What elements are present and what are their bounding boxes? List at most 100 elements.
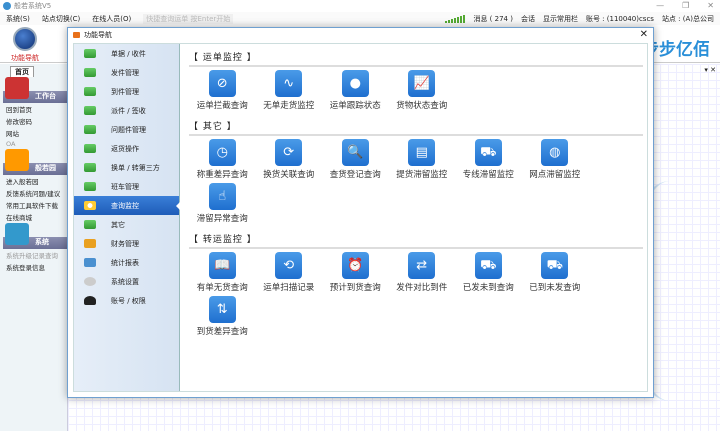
left-link[interactable]: 修改密码 — [0, 115, 67, 127]
sidebar-item[interactable]: 查询监控 — [74, 196, 180, 215]
function-item[interactable]: 📈 货物状态查询 — [389, 70, 456, 111]
function-label: 预计到货查询 — [329, 283, 381, 293]
restore-button[interactable]: ❐ — [682, 1, 689, 10]
function-item[interactable]: ◍ 网点滞留监控 — [522, 139, 589, 180]
sidebar-item-label: 问题件管理 — [111, 125, 146, 134]
function-label: 已到未发查询 — [529, 283, 581, 293]
left-link[interactable]: OA — [0, 139, 67, 149]
function-item[interactable]: ⇅ 到货差异查询 — [189, 296, 256, 337]
function-label: 到货差异查询 — [196, 327, 248, 337]
function-item[interactable]: ◷ 称重差异查询 — [189, 139, 256, 180]
function-item[interactable]: ● 运单跟踪状态 — [322, 70, 389, 111]
section-grid: 📖 有单无货查询 ⟲ 运单扫描记录 ⏰ 预计到货查询 ⇄ 发件对比到件 ⛟ 已发未到查询 ⛟ 已到未发… — [189, 252, 599, 340]
function-icon: ⛟ — [541, 252, 569, 279]
function-icon: ⏰ — [341, 252, 369, 279]
group-title: 工作台 — [35, 92, 56, 100]
messages-link[interactable]: 消息 ( 274 ) — [473, 14, 513, 24]
function-icon: ⟲ — [275, 252, 303, 279]
left-link[interactable]: 回到首页 — [0, 103, 67, 115]
function-icon: ⛟ — [474, 139, 502, 166]
sidebar-item[interactable]: 班车管理 — [74, 177, 179, 196]
function-label: 已发未到查询 — [462, 283, 514, 293]
sidebar-item-label: 其它 — [111, 220, 125, 229]
title-bar: 般若系统V5 — [0, 0, 720, 12]
section-grid: ◷ 称重差异查询 ⟳ 换货关联查询 🔍 查货登记查询 ▤ 提货滞留监控 ⛟ 专线滞留监控 ◍ 网点滞留… — [189, 139, 599, 227]
function-label: 换货关联查询 — [263, 170, 315, 180]
function-item[interactable]: ⟳ 换货关联查询 — [256, 139, 323, 180]
function-item[interactable]: 🔍 查货登记查询 — [322, 139, 389, 180]
function-item[interactable]: 📖 有单无货查询 — [189, 252, 256, 293]
sidebar-item-label: 系统设置 — [111, 277, 139, 286]
left-link[interactable]: 网站 — [0, 127, 67, 139]
function-item[interactable]: ▤ 提货滞留监控 — [389, 139, 456, 180]
function-item[interactable]: ⛟ 已发未到查询 — [455, 252, 522, 293]
menu-system[interactable]: 系统(S) — [6, 14, 30, 24]
left-link[interactable]: 常用工具软件下载 — [0, 199, 67, 211]
globe-icon — [13, 27, 37, 51]
function-icon: ∿ — [275, 70, 303, 97]
menu-site-switch[interactable]: 站点切换(C) — [42, 14, 80, 24]
session-link[interactable]: 会话 — [521, 14, 535, 24]
function-icon: ☝ — [208, 183, 236, 210]
function-item[interactable]: ☝ 滞留异常查询 — [189, 183, 256, 224]
function-icon: 🔍 — [341, 139, 369, 166]
function-icon: ⛟ — [474, 252, 502, 279]
function-item[interactable]: ⏰ 预计到货查询 — [322, 252, 389, 293]
function-icon: 📖 — [208, 252, 236, 279]
magnifier-icon — [84, 201, 96, 210]
monitor-icon — [5, 223, 29, 245]
sidebar-item[interactable]: 派件 / 签收 — [74, 101, 179, 120]
function-item[interactable]: ⊘ 运单拦截查询 — [189, 70, 256, 111]
sidebar-item[interactable]: 单据 / 收件 — [74, 44, 179, 63]
function-label: 网点滞留监控 — [529, 170, 581, 180]
sidebar-item-label: 财务管理 — [111, 239, 139, 248]
left-link[interactable]: 进入般若园 — [0, 175, 67, 187]
sidebar-item[interactable]: 换单 / 转第三方 — [74, 158, 179, 177]
function-icon: ⊘ — [208, 70, 236, 97]
left-link[interactable]: 系统登录信息 — [0, 261, 67, 273]
function-item[interactable]: ⟲ 运单扫描记录 — [256, 252, 323, 293]
panel-controls[interactable]: ▾ ✕ — [704, 66, 716, 74]
sidebar-item[interactable]: 其它 — [74, 215, 179, 234]
sidebar-item[interactable]: 问题件管理 — [74, 120, 179, 139]
tab-home[interactable]: 首页 — [10, 66, 34, 77]
sidebar-item[interactable]: 发件管理 — [74, 63, 179, 82]
app-logo-icon — [3, 2, 11, 10]
left-link[interactable]: 在线商城 — [0, 211, 67, 223]
function-item[interactable]: ⇄ 发件对比到件 — [389, 252, 456, 293]
left-link[interactable]: 系统升级记录查询 — [0, 249, 67, 261]
group-header: 系统 — [3, 223, 67, 249]
show-toolbar-dropdown[interactable]: 显示常用栏 — [543, 14, 578, 24]
truck-icon — [84, 220, 96, 229]
sidebar-item[interactable]: 账号 / 权限 — [74, 291, 179, 310]
function-item[interactable]: ⛟ 已到未发查询 — [522, 252, 589, 293]
menu-online-users[interactable]: 在线人员(O) — [92, 14, 131, 24]
sidebar-item[interactable]: 到件管理 — [74, 82, 179, 101]
close-button[interactable]: ✕ — [707, 1, 714, 10]
section-grid: ⊘ 运单拦截查询 ∿ 无单走货监控 ● 运单跟踪状态 📈 货物状态查询 — [189, 70, 599, 114]
sidebar-item[interactable]: 系统设置 — [74, 272, 179, 291]
function-icon: ⇅ — [208, 296, 236, 323]
left-link[interactable]: 反馈系统问题/建议 — [0, 187, 67, 199]
sidebar-item-label: 班车管理 — [111, 182, 139, 191]
function-nav-button[interactable]: 功能导航 — [4, 27, 46, 63]
minimize-button[interactable]: — — [656, 1, 664, 10]
quick-search-input[interactable]: 快捷查询运单 按Enter开始 — [143, 13, 234, 24]
truck-icon — [84, 125, 96, 134]
left-panel: 首页 工作台 回到首页 修改密码 网站 OA 般若园 进入般若园 反馈系统问题/建议 常用工具软… — [0, 64, 68, 431]
sidebar-item[interactable]: 财务管理 — [74, 234, 179, 253]
dialog-content: 【 运单监控 】 ⊘ 运单拦截查询 ∿ 无单走货监控 ● 运单跟踪状态 📈 货物状态查询【 其它… — [181, 44, 647, 391]
window-controls: — ❐ ✕ — [656, 1, 714, 10]
dialog-close-button[interactable]: ✕ — [640, 29, 648, 40]
sidebar-item-label: 统计报表 — [111, 258, 139, 267]
function-label: 运单扫描记录 — [263, 283, 315, 293]
function-label: 货物状态查询 — [396, 101, 448, 111]
function-item[interactable]: ∿ 无单走货监控 — [256, 70, 323, 111]
users-icon — [5, 149, 29, 171]
function-icon: 📈 — [408, 70, 436, 97]
sidebar-item[interactable]: 返货操作 — [74, 139, 179, 158]
sidebar-item[interactable]: 统计报表 — [74, 253, 179, 272]
section-header: 【 其它 】 — [189, 119, 643, 136]
function-item[interactable]: ⛟ 专线滞留监控 — [455, 139, 522, 180]
user-icon — [84, 296, 96, 305]
